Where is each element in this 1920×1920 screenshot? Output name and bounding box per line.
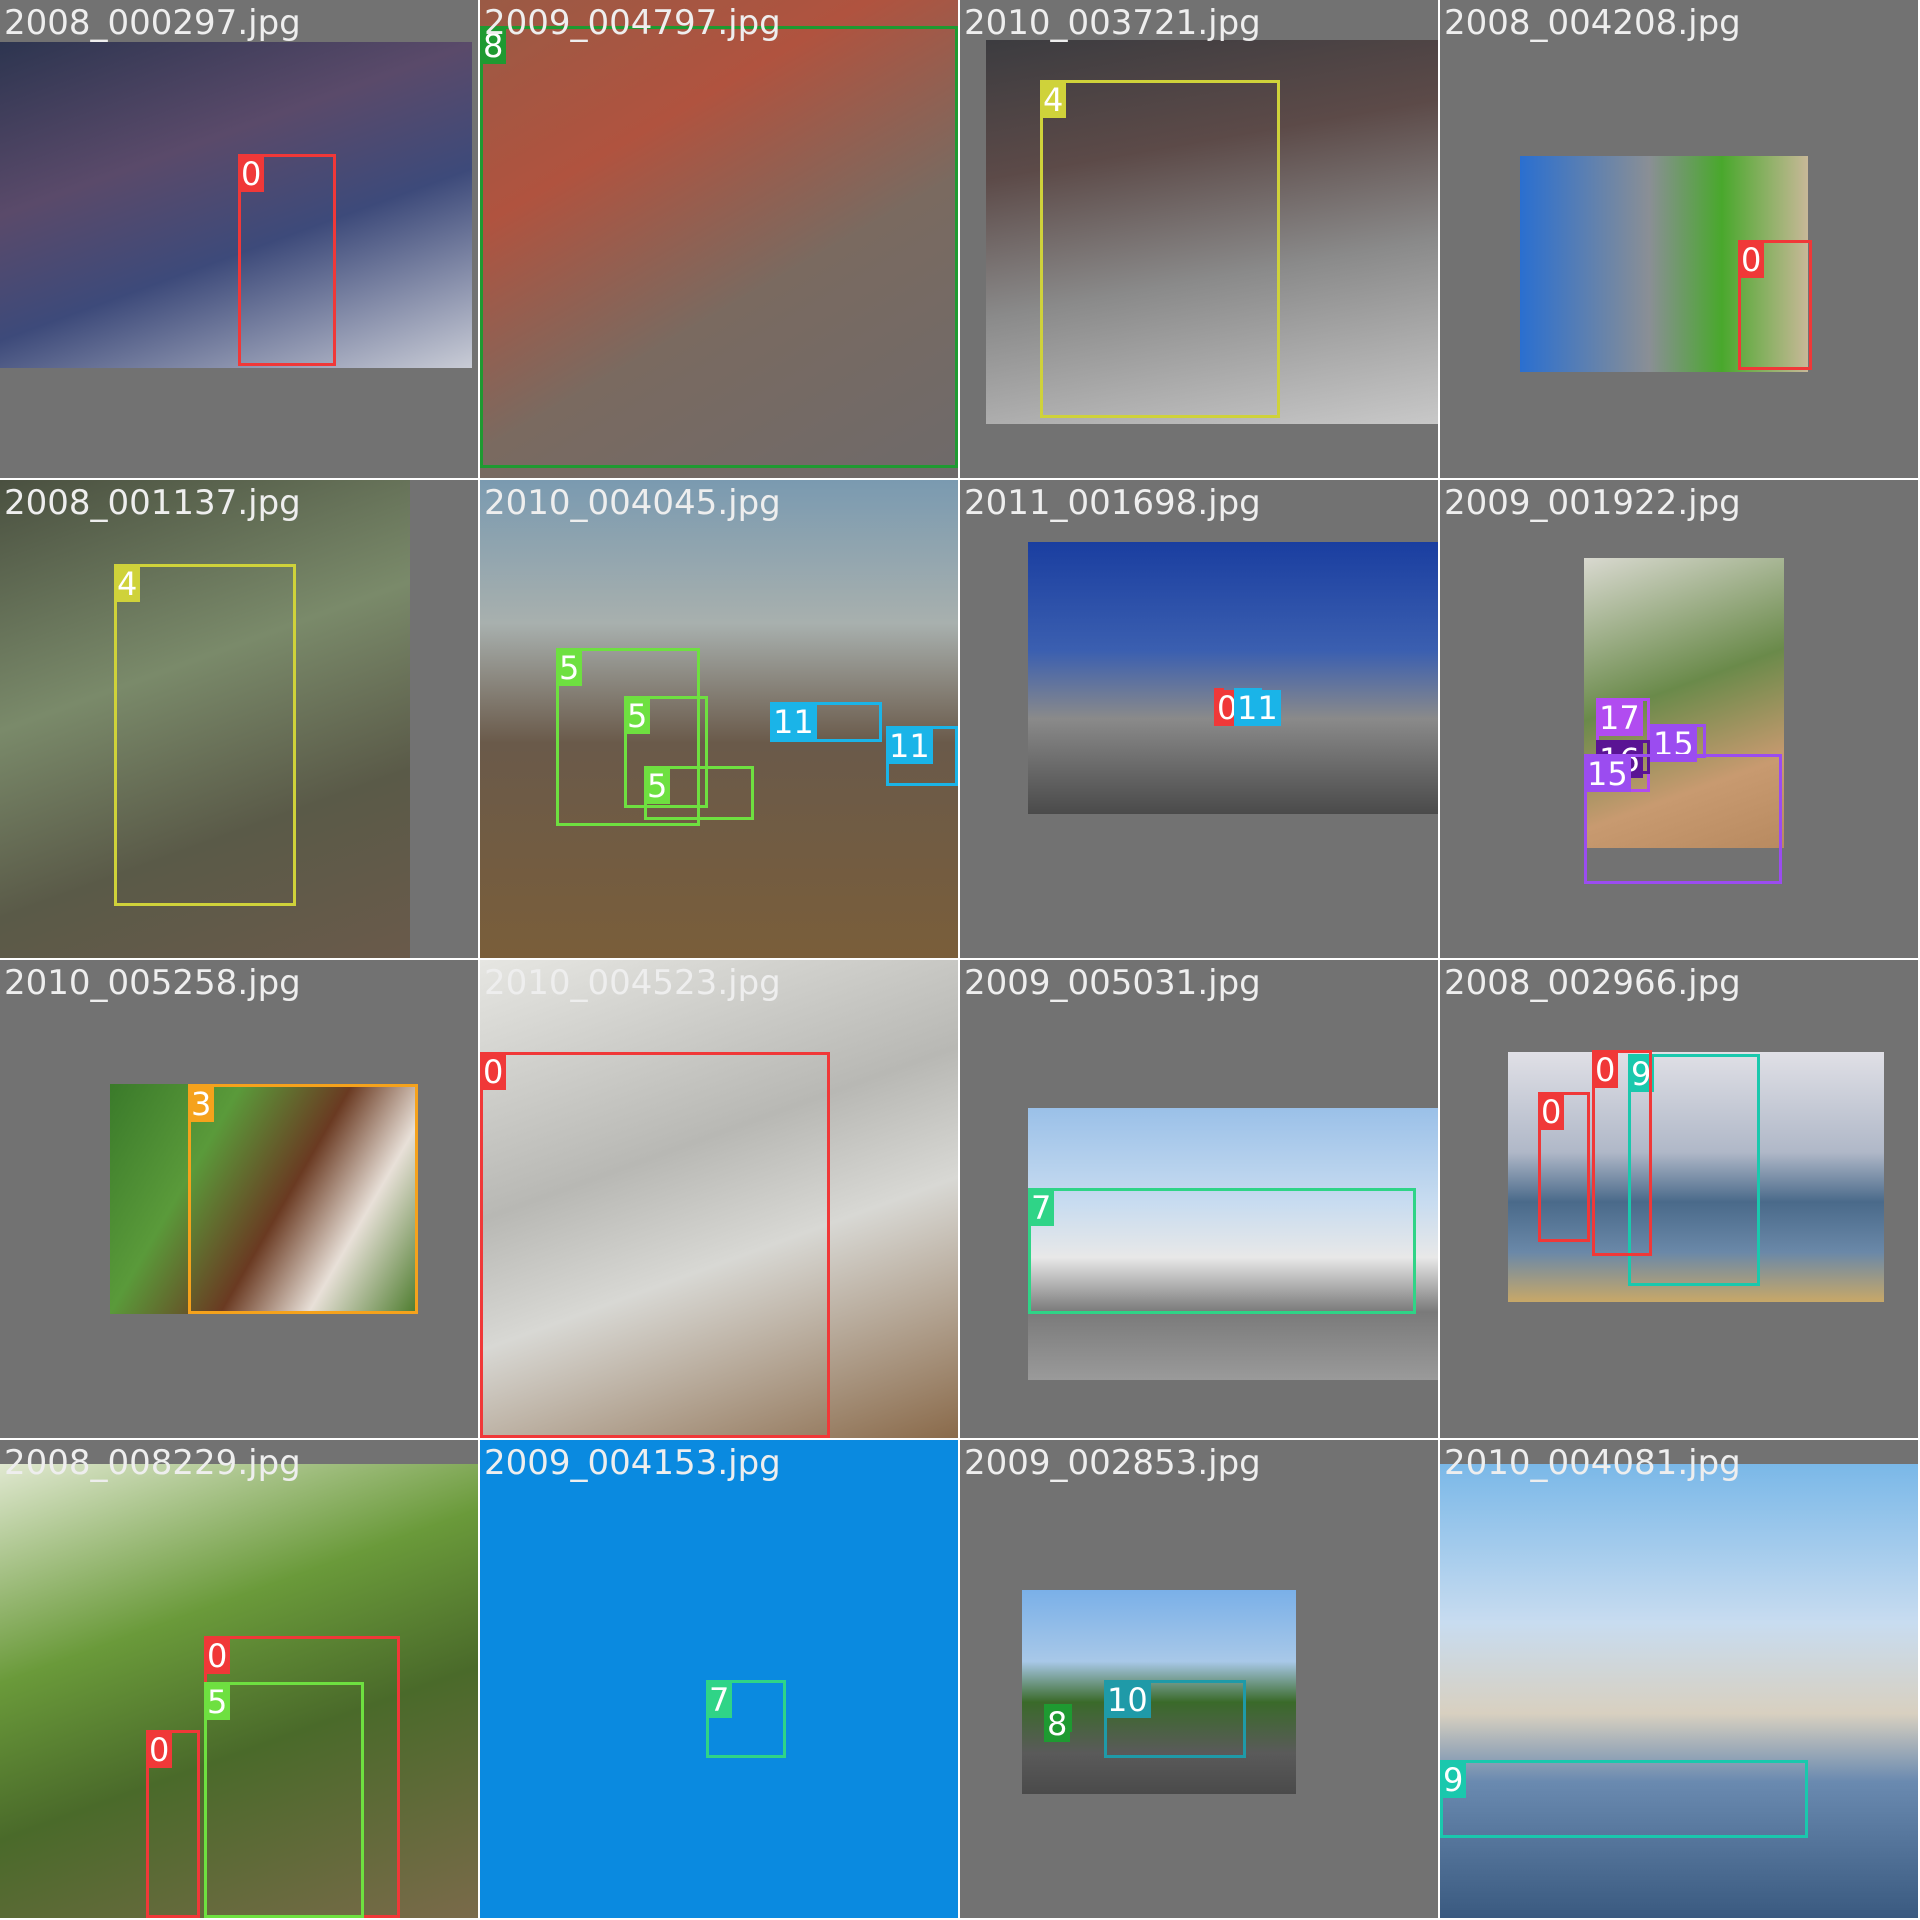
class-label: 9 <box>1440 1762 1467 1798</box>
tile-filename: 2010_004523.jpg <box>484 963 781 1003</box>
class-label: 0 <box>1538 1094 1565 1130</box>
mosaic-tile: 0 11 2011_001698.jpg <box>960 480 1438 958</box>
mosaic-tile: 10 8 2009_002853.jpg <box>960 1440 1438 1918</box>
mosaic-tile: 0 2010_004523.jpg <box>480 960 958 1438</box>
tile-photo <box>1028 542 1438 814</box>
tile-photo <box>480 1440 958 1918</box>
class-label: 4 <box>1040 82 1067 118</box>
tile-photo <box>480 480 958 958</box>
tile-filename: 2011_001698.jpg <box>964 483 1261 523</box>
tile-filename: 2009_004153.jpg <box>484 1443 781 1483</box>
class-label: 11 <box>886 728 933 764</box>
tile-filename: 2009_005031.jpg <box>964 963 1261 1003</box>
class-label: 10 <box>1104 1682 1151 1718</box>
class-label: 0 <box>146 1732 173 1768</box>
tile-filename: 2010_005258.jpg <box>4 963 301 1003</box>
tile-filename: 2009_002853.jpg <box>964 1443 1261 1483</box>
tile-filename: 2009_004797.jpg <box>484 3 781 43</box>
tile-filename: 2008_002966.jpg <box>1444 963 1741 1003</box>
mosaic-tile: 0 5 0 2008_008229.jpg <box>0 1440 478 1918</box>
class-label: 4 <box>114 566 141 602</box>
mosaic-tile: 5 5 5 11 11 2010_004045.jpg <box>480 480 958 958</box>
tile-filename: 2008_004208.jpg <box>1444 3 1741 43</box>
bounding-box <box>114 564 296 906</box>
class-label: 11 <box>1234 690 1281 726</box>
class-label: 0 <box>480 1054 507 1090</box>
mosaic-tile: 4 2010_003721.jpg <box>960 0 1438 478</box>
class-label: 7 <box>706 1682 733 1718</box>
class-label: 5 <box>644 768 671 804</box>
mosaic-tile: 7 2009_005031.jpg <box>960 960 1438 1438</box>
mosaic-grid: 0 2008_000297.jpg 8 2009_004797.jpg 4 2010_00… <box>0 0 1920 1920</box>
tile-filename: 2008_000297.jpg <box>4 3 301 43</box>
mosaic-tile: 171516152009_001922.jpg <box>1440 480 1918 958</box>
class-label: 7 <box>1028 1190 1055 1226</box>
mosaic-tile: 3 2010_005258.jpg <box>0 960 478 1438</box>
class-label: 0 <box>1738 242 1765 278</box>
tile-filename: 2008_001137.jpg <box>4 483 301 523</box>
class-label: 17 <box>1596 700 1643 736</box>
class-label: 0 <box>204 1638 231 1674</box>
mosaic-tile: 9 2010_004081.jpg <box>1440 1440 1918 1918</box>
class-label: 11 <box>770 704 817 740</box>
bounding-box <box>1040 80 1280 418</box>
tile-filename: 2010_004081.jpg <box>1444 1443 1741 1483</box>
class-label: 0 <box>1592 1052 1619 1088</box>
class-label: 5 <box>624 698 651 734</box>
mosaic-tile: 9000000002008_002966.jpg <box>1440 960 1918 1438</box>
class-label: 5 <box>204 1684 231 1720</box>
tile-photo <box>1440 1464 1918 1918</box>
tile-filename: 2009_001922.jpg <box>1444 483 1741 523</box>
class-label: 8 <box>1044 1706 1071 1742</box>
bounding-box <box>480 1052 830 1438</box>
mosaic-tile: 0 2008_004208.jpg <box>1440 0 1918 478</box>
class-label: 15 <box>1584 756 1631 792</box>
tile-filename: 2010_003721.jpg <box>964 3 1261 43</box>
class-label: 3 <box>188 1086 215 1122</box>
mosaic-tile: 4 2008_001137.jpg <box>0 480 478 958</box>
tile-photo <box>0 42 472 368</box>
mosaic-tile: 0 2008_000297.jpg <box>0 0 478 478</box>
mosaic-tile: 8 2009_004797.jpg <box>480 0 958 478</box>
tile-filename: 2010_004045.jpg <box>484 483 781 523</box>
bounding-box <box>1440 1760 1808 1838</box>
bounding-box <box>1028 1188 1416 1314</box>
class-label: 0 <box>238 156 265 192</box>
mosaic-tile: 7 2009_004153.jpg <box>480 1440 958 1918</box>
tile-filename: 2008_008229.jpg <box>4 1443 301 1483</box>
bounding-box <box>188 1084 418 1314</box>
class-label: 5 <box>556 650 583 686</box>
bounding-box <box>480 26 958 468</box>
